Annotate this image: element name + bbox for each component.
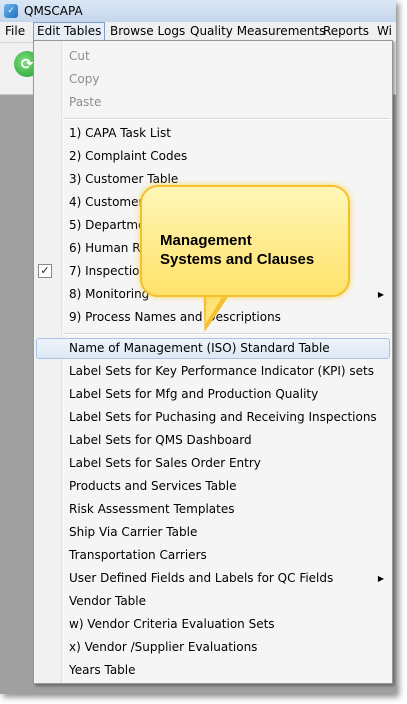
menu-item-cut: Cut	[69, 49, 90, 63]
menu-file[interactable]: File	[2, 23, 28, 40]
callout-line-2: Systems and Clauses	[160, 251, 315, 268]
title-bar: ✓ QMSCAPA	[0, 0, 396, 22]
menu-item-ship-via-carrier[interactable]: Ship Via Carrier Table	[36, 522, 390, 543]
menu-item-paste: Paste	[69, 95, 102, 109]
menu-separator	[63, 118, 390, 120]
menu-item-label-sets-purchasing[interactable]: Label Sets for Puchasing and Receiving I…	[36, 407, 390, 428]
submenu-arrow-icon: ▶	[377, 290, 384, 299]
menu-item-vendor-evaluations[interactable]: x) Vendor /Supplier Evaluations	[36, 637, 390, 658]
menu-item-label-sets-qms-dashboard[interactable]: Label Sets for QMS Dashboard	[36, 430, 390, 451]
checkmark-icon: ✓	[38, 264, 52, 278]
menu-item-user-defined-fields[interactable]: User Defined Fields and Labels for QC Fi…	[36, 568, 390, 589]
callout-line-1: Management	[160, 232, 252, 249]
menu-item-label-sets-mfg[interactable]: Label Sets for Mfg and Production Qualit…	[36, 384, 390, 405]
menu-item-label-sets-sales-order[interactable]: Label Sets for Sales Order Entry	[36, 453, 390, 474]
window-title: QMSCAPA	[24, 4, 83, 18]
menu-item-vendor-criteria[interactable]: w) Vendor Criteria Evaluation Sets	[36, 614, 390, 635]
menu-item-management-standard-table[interactable]: Name of Management (ISO) Standard Table	[36, 338, 390, 359]
menu-item-copy: Copy	[69, 72, 100, 86]
menu-item-years-table[interactable]: Years Table	[36, 660, 390, 681]
app-window: ✓ QMSCAPA File Edit Tables Browse Logs Q…	[0, 0, 396, 694]
menu-edit-tables[interactable]: Edit Tables	[33, 22, 106, 41]
app-icon: ✓	[4, 4, 18, 18]
menu-reports[interactable]: Reports	[320, 23, 372, 40]
menu-window[interactable]: Wi	[374, 23, 395, 40]
edit-tables-dropdown: Cut Copy Paste 1) CAPA Task List 2) Comp…	[33, 40, 393, 684]
menu-item-complaint-codes[interactable]: 2) Complaint Codes	[36, 146, 390, 167]
menu-item-transportation-carriers[interactable]: Transportation Carriers	[36, 545, 390, 566]
menu-item-label-sets-kpi[interactable]: Label Sets for Key Performance Indicator…	[36, 361, 390, 382]
menu-quality-measurements[interactable]: Quality Measurements	[187, 23, 328, 40]
menu-item-risk-assessment[interactable]: Risk Assessment Templates	[36, 499, 390, 520]
menu-separator	[63, 333, 390, 335]
callout-bubble: Management Systems and Clauses	[140, 185, 350, 297]
menu-item-vendor-table[interactable]: Vendor Table	[36, 591, 390, 612]
submenu-arrow-icon: ▶	[377, 574, 384, 583]
menu-browse-logs[interactable]: Browse Logs	[107, 23, 188, 40]
menu-item-capa-task-list[interactable]: 1) CAPA Task List	[36, 123, 390, 144]
callout-text: Management Systems and Clauses	[160, 231, 340, 269]
menu-item-products-services[interactable]: Products and Services Table	[36, 476, 390, 497]
